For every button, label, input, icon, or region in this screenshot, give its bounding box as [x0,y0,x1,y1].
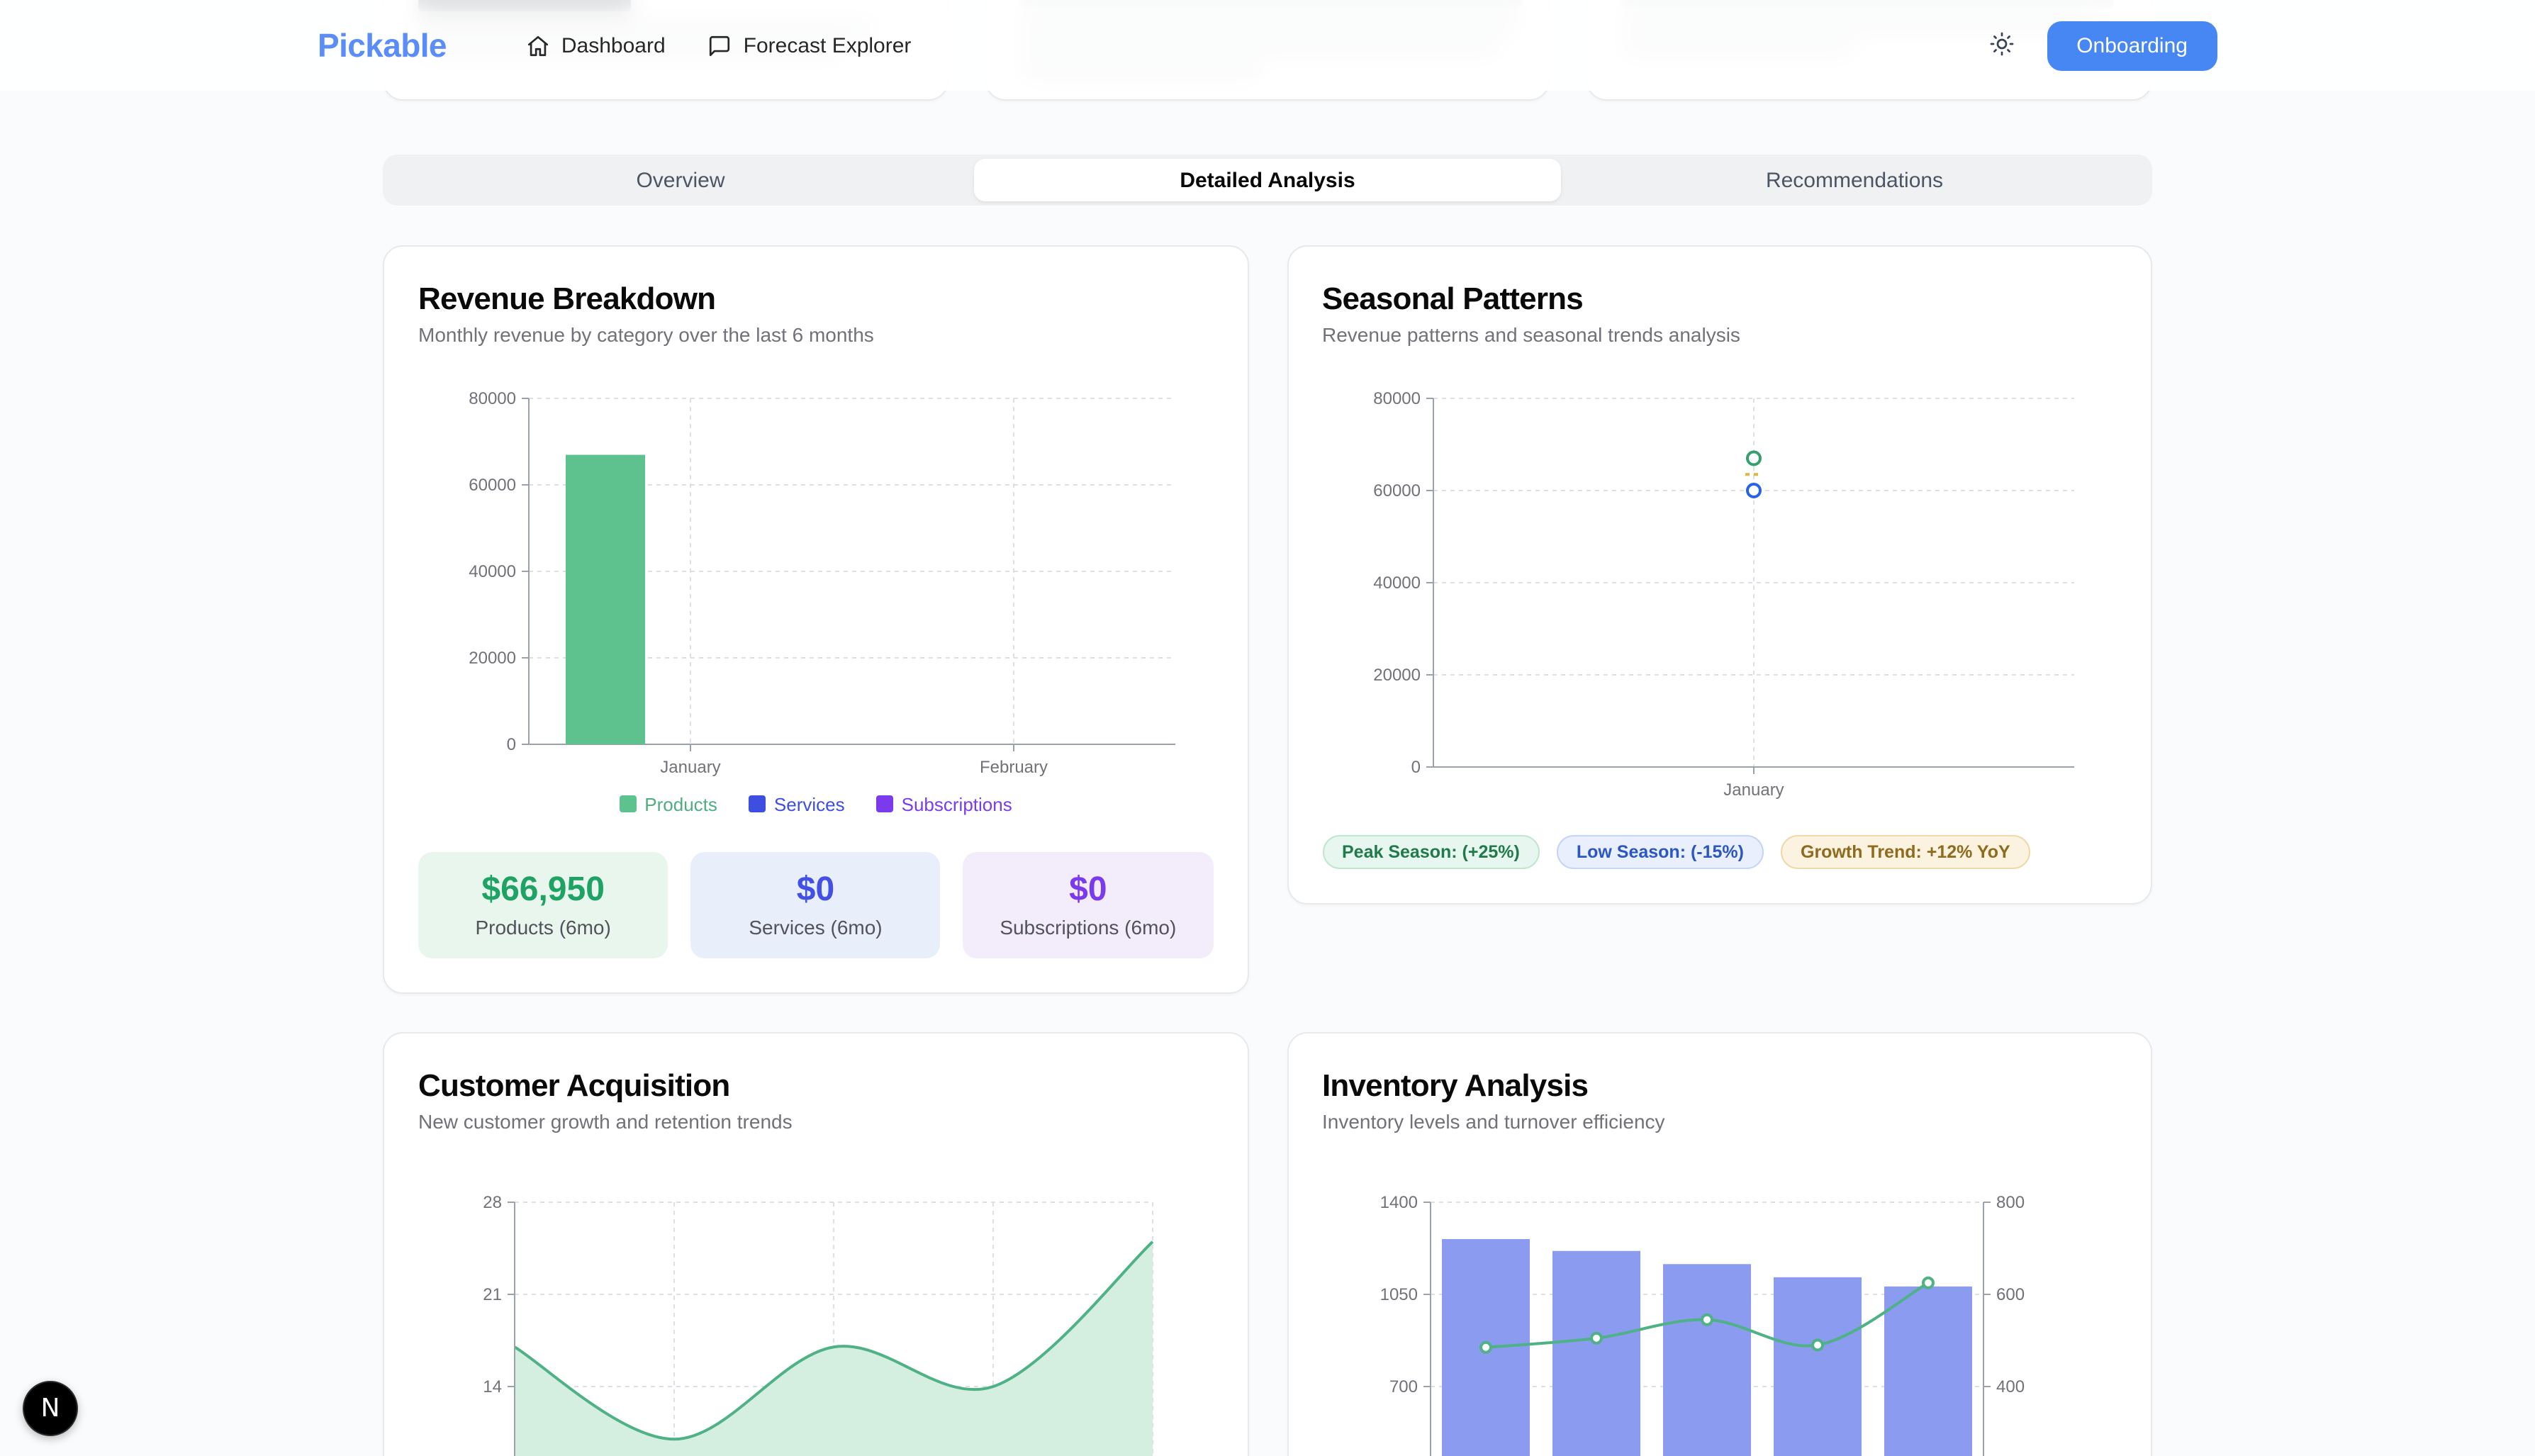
legend-swatch [875,795,893,812]
svg-text:40000: 40000 [469,562,516,581]
svg-text:20000: 20000 [469,649,516,668]
svg-text:60000: 60000 [1372,481,1420,500]
svg-text:1400: 1400 [1380,1193,1417,1212]
legend-label: Subscriptions [901,793,1012,814]
tab-overview[interactable]: Overview [387,159,974,201]
svg-text:400: 400 [1996,1377,2024,1396]
svg-text:January: January [1723,780,1783,800]
stat-products: $66,950 Products (6mo) [418,852,668,958]
seasonal-badges: Peak Season: (+25%) Low Season: (-15%) G… [1322,835,2117,869]
seasonal-patterns-card: Seasonal Patterns Revenue patterns and s… [1287,245,2152,905]
svg-text:21: 21 [483,1285,502,1304]
legend-label: Products [644,793,717,814]
main-nav: Dashboard Forecast Explorer [526,33,912,57]
revenue-breakdown-card: Revenue Breakdown Monthly revenue by cat… [383,245,1248,994]
card-subtitle: New customer growth and retention trends [418,1110,793,1133]
chart-legend: Products Services Subscriptions [418,790,1213,818]
legend-item-products: Products [619,793,717,814]
legend-swatch [748,795,766,812]
card-subtitle: Revenue patterns and seasonal trends ana… [1322,323,1740,346]
customer-acquisition-card: Customer Acquisition New customer growth… [383,1032,1248,1456]
inventory-analysis-card: Inventory Analysis Inventory levels and … [1287,1032,2152,1456]
svg-text:80000: 80000 [469,389,516,408]
analysis-grid: Revenue Breakdown Monthly revenue by cat… [383,245,2152,1456]
home-icon [526,33,550,57]
message-icon [708,33,732,57]
svg-text:0: 0 [507,735,516,754]
svg-text:14: 14 [483,1377,502,1396]
nav-forecast-explorer[interactable]: Forecast Explorer [708,33,912,57]
tab-detailed-analysis[interactable]: Detailed Analysis [974,159,1561,201]
nav-label: Forecast Explorer [743,33,912,57]
app-header: Pickable Dashboard Forecast Explorer Onb… [0,0,2535,91]
svg-text:January: January [660,758,720,777]
app-viewport: Overview Detailed Analysis Recommendatio… [0,0,2535,1456]
stat-value: $66,950 [481,870,605,909]
scrolled-top-cards: Overview Detailed Analysis Recommendatio… [383,0,2152,1456]
svg-text:700: 700 [1389,1377,1417,1396]
seasonal-scatter-chart: 0 20000 40000 60000 80000 January [1372,389,2074,800]
svg-text:800: 800 [1996,1193,2024,1212]
card-subtitle: Monthly revenue by category over the las… [418,323,874,346]
stat-value: $0 [796,870,835,909]
stat-label: Products (6mo) [475,916,611,939]
card-title: Customer Acquisition [418,1068,730,1103]
svg-text:60000: 60000 [469,476,516,495]
legend-item-subscriptions: Subscriptions [875,793,1012,814]
nextjs-dev-indicator-button[interactable]: N [23,1381,78,1436]
svg-text:1050: 1050 [1380,1285,1417,1304]
svg-text:600: 600 [1996,1285,2024,1304]
revenue-bar-chart: 0 20000 40000 60000 80000 January February [469,389,1175,777]
app-logo[interactable]: Pickable [318,26,447,65]
svg-text:40000: 40000 [1372,573,1420,593]
badge-low-season: Low Season: (-15%) [1556,835,1764,869]
legend-swatch [619,795,637,812]
theme-toggle-button[interactable] [1976,20,2027,71]
legend-item-services: Services [748,793,845,814]
stat-label: Subscriptions (6mo) [1000,916,1177,939]
badge-growth-trend: Growth Trend: +12% YoY [1781,835,2030,869]
svg-text:0: 0 [1411,758,1420,777]
sun-icon [1988,30,2014,60]
stat-subscriptions: $0 Subscriptions (6mo) [963,852,1213,958]
customer-area-chart: 07142128 [483,1193,1154,1456]
inventory-bar-line-chart: 0350700105014000200400600800 [1380,1193,2024,1456]
card-title: Seasonal Patterns [1322,281,1584,316]
nav-dashboard[interactable]: Dashboard [526,33,666,57]
legend-label: Services [773,793,845,814]
tab-recommendations[interactable]: Recommendations [1561,159,2148,201]
revenue-stats: $66,950 Products (6mo) $0 Services (6mo)… [418,852,1213,958]
card-title: Inventory Analysis [1322,1068,1589,1103]
svg-text:28: 28 [483,1193,502,1212]
badge-peak-season: Peak Season: (+25%) [1322,835,1540,869]
onboarding-button[interactable]: Onboarding [2047,21,2217,70]
card-title: Revenue Breakdown [418,281,716,316]
analysis-tabs: Overview Detailed Analysis Recommendatio… [383,155,2152,206]
svg-text:February: February [980,758,1048,777]
stat-services: $0 Services (6mo) [690,852,941,958]
stat-value: $0 [1069,870,1107,909]
svg-text:20000: 20000 [1372,666,1420,685]
card-subtitle: Inventory levels and turnover efficiency [1322,1110,1665,1133]
nav-label: Dashboard [561,33,666,57]
stat-label: Services (6mo) [749,916,883,939]
svg-text:80000: 80000 [1372,389,1420,408]
